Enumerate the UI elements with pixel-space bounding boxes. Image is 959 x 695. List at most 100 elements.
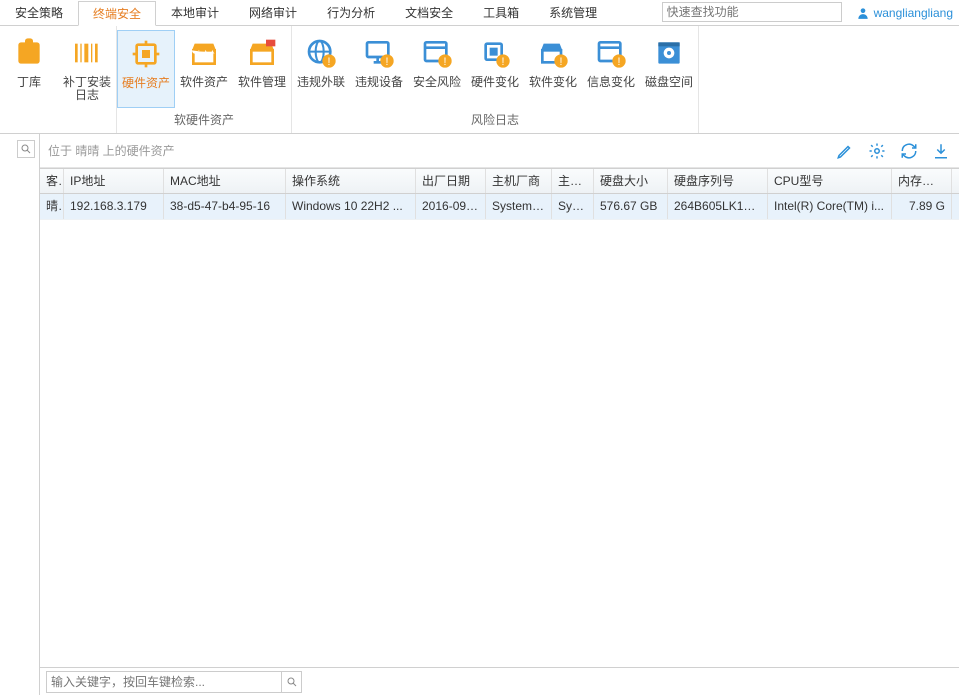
footer-bar <box>40 667 959 695</box>
disk-icon <box>652 36 686 70</box>
refresh-button[interactable] <box>899 141 919 161</box>
table-cell: Syste... <box>552 194 594 219</box>
table-cell: 576.67 GB <box>594 194 668 219</box>
column-header-7[interactable]: 硬盘大小 <box>594 169 668 193</box>
cpu-warn-icon: ! <box>478 36 512 70</box>
tab-strip: 安全策略终端安全本地审计网络审计行为分析文档安全工具箱系统管理 <box>0 0 612 25</box>
gear-icon <box>868 142 886 160</box>
svg-text:!: ! <box>386 56 389 68</box>
toolbar-actions <box>835 141 951 161</box>
ribbon-item-label: 软件资产 <box>180 76 228 89</box>
ribbon-group-title: 软硬件资产 <box>117 108 291 133</box>
ribbon-item-label: 硬件变化 <box>471 76 519 89</box>
table-cell: 2016-09-... <box>416 194 486 219</box>
ribbon-item-monitor-warn[interactable]: ! 违规设备 <box>350 30 408 108</box>
ribbon-item-label: 信息变化 <box>587 76 635 89</box>
ribbon-group-2: ! 违规外联! 违规设备! 安全风险! 硬件变化! 软件变化! 信息变化磁盘空间风险日志 <box>292 26 699 133</box>
tab-6[interactable]: 工具箱 <box>468 0 534 25</box>
ribbon-group-0: 丁库补丁安装日志 <box>0 26 117 133</box>
ribbon-item-puzzle[interactable]: 丁库 <box>0 30 58 111</box>
edit-button[interactable] <box>835 141 855 161</box>
table-header: 客..IP地址MAC地址操作系统出厂日期主机厂商主机..硬盘大小硬盘序列号CPU… <box>40 168 959 194</box>
ribbon-item-cpu-warn[interactable]: ! 硬件变化 <box>466 30 524 108</box>
sidebar-search-button[interactable] <box>17 140 35 158</box>
ribbon: 丁库补丁安装日志 硬件资产软件资产软件管理软硬件资产! 违规外联! 违规设备! 安全风… <box>0 26 959 134</box>
tab-7[interactable]: 系统管理 <box>534 0 612 25</box>
globe-warn-icon: ! <box>304 36 338 70</box>
ribbon-item-shop-warn[interactable]: ! 软件变化 <box>524 30 582 108</box>
ribbon-group-title: 风险日志 <box>292 108 698 133</box>
quick-search-input[interactable] <box>662 2 842 22</box>
ribbon-item-window-info[interactable]: ! 信息变化 <box>582 30 640 108</box>
ribbon-item-disk[interactable]: 磁盘空间 <box>640 30 698 108</box>
tab-4[interactable]: 行为分析 <box>312 0 390 25</box>
table-cell: 264B605LK1K... <box>668 194 768 219</box>
ribbon-item-globe-warn[interactable]: ! 违规外联 <box>292 30 350 108</box>
shop-icon <box>187 36 221 70</box>
quick-search <box>662 2 842 25</box>
ribbon-item-shop[interactable]: 软件资产 <box>175 30 233 108</box>
tab-2[interactable]: 本地审计 <box>156 0 234 25</box>
filter-input[interactable] <box>46 671 282 693</box>
ribbon-group-1: 硬件资产软件资产软件管理软硬件资产 <box>117 26 292 133</box>
column-header-6[interactable]: 主机.. <box>552 169 594 193</box>
user-indicator[interactable]: wangliangliang <box>850 0 959 25</box>
table-cell: 192.168.3.179 <box>64 194 164 219</box>
table-cell: 7.89 G <box>892 194 952 219</box>
ribbon-item-label: 硬件资产 <box>122 77 170 90</box>
ribbon-item-barcode[interactable]: 补丁安装日志 <box>58 30 116 111</box>
column-header-9[interactable]: CPU型号 <box>768 169 892 193</box>
ribbon-item-label: 软件管理 <box>238 76 286 89</box>
magnifier-icon <box>20 143 32 155</box>
pencil-icon <box>836 142 854 160</box>
main-panel: 位于 晴晴 上的硬件资产 客..IP地址MAC地址操作系统出厂日期主机厂商主机.… <box>40 134 959 695</box>
svg-text:!: ! <box>502 56 505 68</box>
magnifier-icon <box>286 676 298 688</box>
svg-text:!: ! <box>560 56 563 68</box>
column-header-8[interactable]: 硬盘序列号 <box>668 169 768 193</box>
ribbon-item-label: 磁盘空间 <box>645 76 693 89</box>
left-sidebar <box>0 134 40 695</box>
monitor-warn-icon: ! <box>362 36 396 70</box>
shop-flag-icon <box>245 36 279 70</box>
ribbon-item-label: 补丁安装日志 <box>60 76 114 102</box>
export-button[interactable] <box>931 141 951 161</box>
breadcrumb: 位于 晴晴 上的硬件资产 <box>48 142 175 159</box>
filter-search-button[interactable] <box>282 671 302 693</box>
column-header-2[interactable]: MAC地址 <box>164 169 286 193</box>
column-header-3[interactable]: 操作系统 <box>286 169 416 193</box>
tab-0[interactable]: 安全策略 <box>0 0 78 25</box>
tab-5[interactable]: 文档安全 <box>390 0 468 25</box>
ribbon-item-shop-flag[interactable]: 软件管理 <box>233 30 291 108</box>
column-header-1[interactable]: IP地址 <box>64 169 164 193</box>
tab-1[interactable]: 终端安全 <box>78 1 156 26</box>
column-header-0[interactable]: 客.. <box>40 169 64 193</box>
svg-text:!: ! <box>328 56 331 68</box>
ribbon-item-label: 安全风险 <box>413 76 461 89</box>
column-header-5[interactable]: 主机厂商 <box>486 169 552 193</box>
shop-warn-icon: ! <box>536 36 570 70</box>
ribbon-item-label: 违规设备 <box>355 76 403 89</box>
svg-text:!: ! <box>618 56 621 68</box>
window-info-icon: ! <box>594 36 628 70</box>
table-cell: 晴.. <box>40 194 64 219</box>
column-header-10[interactable]: 内存大小 <box>892 169 952 193</box>
ribbon-item-cpu[interactable]: 硬件资产 <box>117 30 175 108</box>
table-row[interactable]: 晴..192.168.3.17938-d5-47-b4-95-16Windows… <box>40 194 959 220</box>
ribbon-item-label: 违规外联 <box>297 76 345 89</box>
table-cell: Intel(R) Core(TM) i... <box>768 194 892 219</box>
tab-3[interactable]: 网络审计 <box>234 0 312 25</box>
window-warn-icon: ! <box>420 36 454 70</box>
settings-button[interactable] <box>867 141 887 161</box>
table-cell: 38-d5-47-b4-95-16 <box>164 194 286 219</box>
download-icon <box>932 142 950 160</box>
ribbon-item-window-warn[interactable]: ! 安全风险 <box>408 30 466 108</box>
user-name: wangliangliang <box>874 6 953 20</box>
table-body: 晴..192.168.3.17938-d5-47-b4-95-16Windows… <box>40 194 959 220</box>
content-area: 位于 晴晴 上的硬件资产 客..IP地址MAC地址操作系统出厂日期主机厂商主机.… <box>0 134 959 695</box>
table-area: 客..IP地址MAC地址操作系统出厂日期主机厂商主机..硬盘大小硬盘序列号CPU… <box>40 168 959 667</box>
column-header-4[interactable]: 出厂日期 <box>416 169 486 193</box>
ribbon-item-label: 软件变化 <box>529 76 577 89</box>
top-bar: 安全策略终端安全本地审计网络审计行为分析文档安全工具箱系统管理 wanglian… <box>0 0 959 26</box>
cpu-icon <box>129 37 163 71</box>
